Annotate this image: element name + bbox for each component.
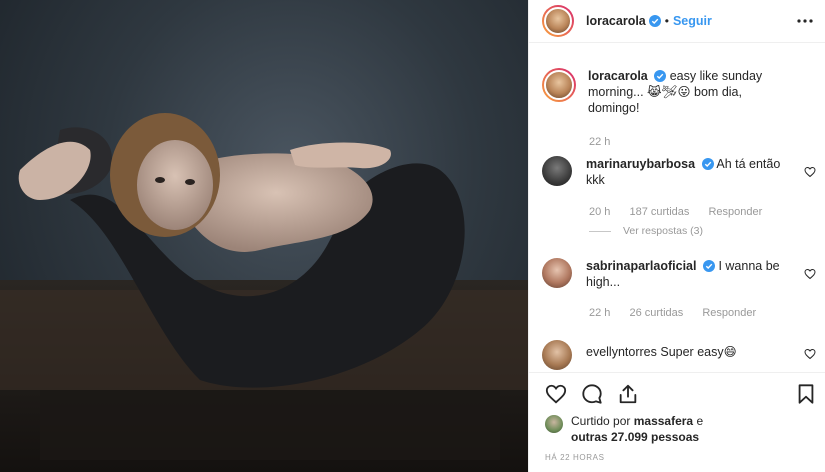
caption-time[interactable]: 22 h bbox=[589, 136, 610, 148]
post-actions: Curtido por massafera e outras 27.099 pe… bbox=[529, 372, 825, 472]
bookmark-icon[interactable] bbox=[795, 383, 817, 405]
liked-by-conj: e bbox=[696, 414, 704, 428]
comment-likes[interactable]: 187 curtidas bbox=[629, 206, 689, 218]
comment-time[interactable]: 22 h bbox=[589, 307, 610, 319]
liked-by-prefix: Curtido por bbox=[571, 414, 631, 428]
caption-meta: 22 h bbox=[589, 136, 626, 148]
liked-by-others[interactable]: outras 27.099 pessoas bbox=[571, 430, 699, 444]
follow-button[interactable]: Seguir bbox=[673, 14, 712, 28]
heart-icon[interactable] bbox=[804, 166, 816, 178]
comment-likes[interactable]: 26 curtidas bbox=[629, 307, 683, 319]
author-username[interactable]: loracarola bbox=[586, 14, 646, 28]
commenter-avatar[interactable] bbox=[542, 156, 572, 186]
post-photo bbox=[0, 113, 528, 472]
heart-icon[interactable] bbox=[804, 268, 816, 280]
caption-username[interactable]: loracarola bbox=[588, 69, 648, 83]
comments-list[interactable]: loracarola easy like sunday morning... 😹… bbox=[529, 52, 825, 372]
comment-icon[interactable] bbox=[581, 383, 603, 405]
liked-by-user[interactable]: massafera bbox=[634, 414, 693, 428]
comment-username[interactable]: marinaruybarbosa bbox=[586, 157, 695, 171]
reply-button[interactable]: Responder bbox=[708, 206, 762, 218]
verified-badge-icon bbox=[701, 158, 714, 170]
verified-badge-icon bbox=[648, 15, 661, 27]
caption-avatar[interactable] bbox=[542, 68, 576, 102]
author-avatar[interactable] bbox=[542, 5, 574, 37]
post-header: loracarola • Seguir bbox=[529, 0, 825, 43]
header-separator: • bbox=[664, 14, 669, 28]
share-icon[interactable] bbox=[617, 383, 639, 405]
commenter-avatar[interactable] bbox=[542, 340, 572, 370]
verified-badge-icon bbox=[654, 70, 667, 82]
comment-meta: 20 h 187 curtidas Responder bbox=[589, 206, 778, 218]
comment-username[interactable]: evellyntorres bbox=[586, 345, 657, 359]
comment: marinaruybarbosa Ah tá então kkk bbox=[542, 156, 814, 188]
view-replies[interactable]: Ver respostas (3) bbox=[589, 225, 703, 237]
liked-by: Curtido por massafera e outras 27.099 pe… bbox=[545, 413, 703, 445]
comment: evellyntorres Super easy😄 bbox=[542, 340, 814, 370]
post-timestamp[interactable]: HÁ 22 HORAS bbox=[545, 453, 605, 462]
caption: loracarola easy like sunday morning... 😹… bbox=[542, 68, 814, 116]
post-side-panel: loracarola • Seguir loracarola easy like… bbox=[528, 0, 825, 472]
reply-button[interactable]: Responder bbox=[702, 307, 756, 319]
more-options-icon[interactable] bbox=[796, 12, 814, 30]
comment-username[interactable]: sabrinaparlaoficial bbox=[586, 259, 696, 273]
verified-badge-icon bbox=[702, 260, 715, 272]
post-image[interactable] bbox=[0, 0, 528, 472]
view-replies-label[interactable]: Ver respostas (3) bbox=[623, 225, 703, 237]
comment-meta: 22 h 26 curtidas Responder bbox=[589, 307, 772, 319]
comment-text: Super easy😄 bbox=[660, 345, 737, 359]
heart-icon[interactable] bbox=[804, 348, 816, 360]
author-info: loracarola • Seguir bbox=[586, 14, 712, 28]
comment: sabrinaparlaoficial I wanna be high... bbox=[542, 258, 814, 290]
comment-time[interactable]: 20 h bbox=[589, 206, 610, 218]
replies-divider bbox=[589, 230, 611, 232]
liker-avatar[interactable] bbox=[545, 415, 563, 433]
heart-icon[interactable] bbox=[545, 383, 567, 405]
commenter-avatar[interactable] bbox=[542, 258, 572, 288]
